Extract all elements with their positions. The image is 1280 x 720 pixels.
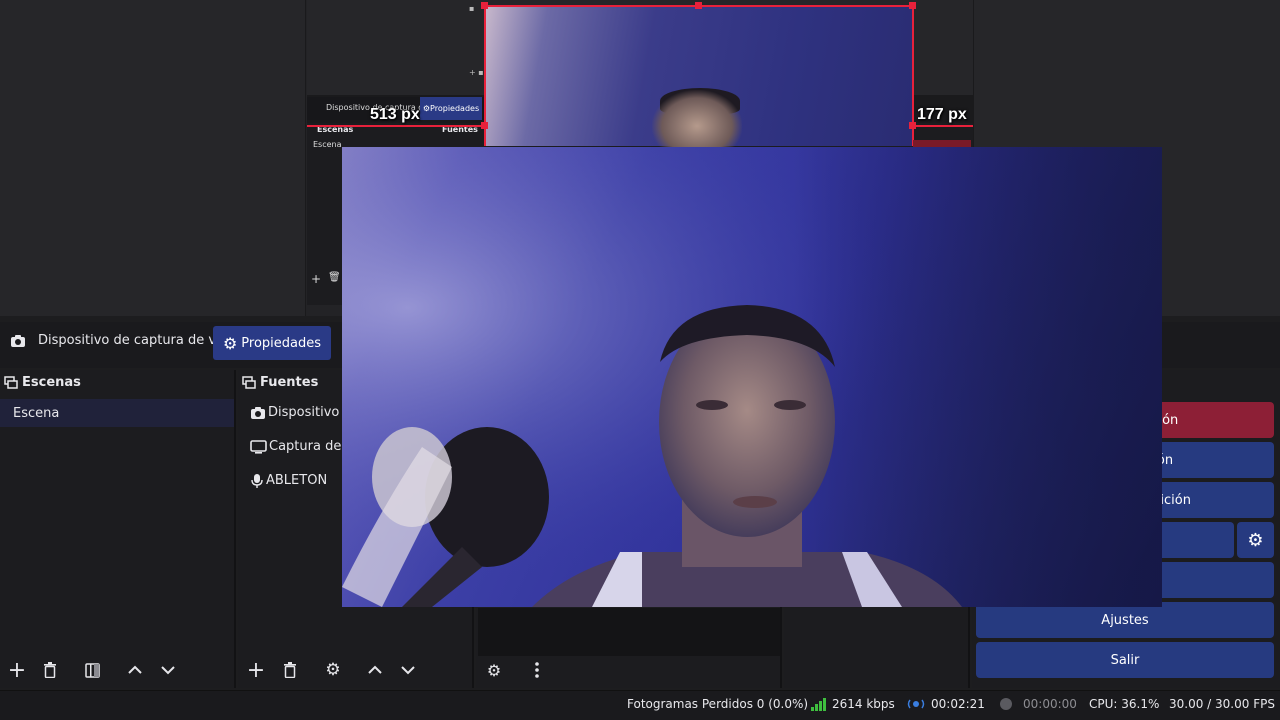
bitrate-text: 2614 kbps xyxy=(832,697,895,711)
mixer-channel-strip xyxy=(478,608,780,656)
preview-person-head xyxy=(652,90,742,150)
scenes-dock-title: Escenas xyxy=(4,375,81,390)
signal-strength-icon xyxy=(811,697,826,711)
plus-icon: + xyxy=(7,657,27,683)
mixer-menu-button[interactable] xyxy=(524,657,550,683)
chevron-up-icon xyxy=(368,665,382,674)
filter-icon xyxy=(84,662,100,678)
scenes-icon xyxy=(4,376,18,389)
cpu-status: CPU: 36.1% xyxy=(1089,697,1159,711)
sources-icon xyxy=(242,376,256,389)
source-item-label: Captura de p xyxy=(269,439,354,454)
webcam-video-frame xyxy=(342,147,1162,607)
exit-button[interactable]: Salir xyxy=(976,642,1274,678)
source-item-screen-capture[interactable]: Captura de p xyxy=(250,439,354,454)
sources-dock-title: Fuentes xyxy=(242,375,318,390)
record-time-status: 00:00:00 xyxy=(999,697,1077,711)
fps-text: 30.00 / 30.00 FPS xyxy=(1169,697,1275,711)
cpu-text: CPU: 36.1% xyxy=(1089,697,1160,711)
dropped-frames-text: Fotogramas Perdidos 0 (0.0%) xyxy=(627,697,809,711)
remove-source-button[interactable] xyxy=(277,657,303,683)
properties-button[interactable]: ⚙ Propiedades xyxy=(213,326,331,360)
exit-button-label: Salir xyxy=(1110,652,1140,668)
distance-guide-left xyxy=(307,125,485,127)
source-properties-button[interactable]: ⚙ xyxy=(320,657,346,683)
gear-icon: ⚙ xyxy=(1247,529,1264,551)
scene-item-label: Escena xyxy=(13,405,60,421)
chevron-up-icon xyxy=(128,665,142,674)
distance-label-right: 177 px xyxy=(917,106,967,123)
source-item-label: Dispositivo d xyxy=(268,405,352,420)
mini-add-icon: + xyxy=(311,272,322,286)
bitrate-status: 2614 kbps xyxy=(810,697,895,711)
trash-icon xyxy=(284,662,296,678)
chevron-down-icon xyxy=(401,666,415,675)
settings-button-label: Ajustes xyxy=(1101,612,1149,628)
move-source-down-button[interactable] xyxy=(395,657,421,683)
resize-handle-top-right[interactable] xyxy=(909,2,916,9)
source-item-label: ABLETON xyxy=(266,473,328,488)
resize-handle-top[interactable] xyxy=(695,2,702,9)
virtual-camera-settings-button[interactable]: ⚙ xyxy=(1237,522,1274,558)
chevron-down-icon xyxy=(161,666,175,675)
distance-guide-right xyxy=(913,125,973,127)
source-item-audio-input[interactable]: ABLETON xyxy=(250,473,327,488)
move-source-up-button[interactable] xyxy=(362,657,388,683)
dropped-frames-status: Fotogramas Perdidos 0 (0.0%) xyxy=(627,697,808,711)
microphone-icon xyxy=(251,474,263,488)
record-time-text: 00:00:00 xyxy=(1023,697,1077,711)
monitor-icon xyxy=(250,439,267,454)
source-item-video-capture[interactable]: Dispositivo d xyxy=(250,405,352,420)
settings-button[interactable]: Ajustes xyxy=(976,602,1274,638)
distance-label-left: 513 px xyxy=(370,106,420,123)
camera-icon xyxy=(251,406,265,419)
selected-source-name: Dispositivo de captura de vid xyxy=(38,333,228,348)
stream-time-status: 00:02:21 xyxy=(907,697,985,711)
source-name-group: Dispositivo de captura de vid xyxy=(10,333,228,348)
properties-label: Propiedades xyxy=(241,335,322,351)
mini-plus-icon: + ▪ xyxy=(469,68,484,77)
stream-time-text: 00:02:21 xyxy=(931,697,985,711)
gear-icon: ⚙ xyxy=(325,660,341,680)
gears-icon: ⚙ xyxy=(486,660,502,680)
add-source-button[interactable]: + xyxy=(243,657,269,683)
mini-gear-icon: ⚙ xyxy=(422,104,431,113)
move-scene-up-button[interactable] xyxy=(122,657,148,683)
camera-icon xyxy=(11,334,25,347)
remove-scene-button[interactable] xyxy=(37,657,63,683)
mini-trash-icon: 🗑 xyxy=(328,272,341,283)
mini-scene-item: Escena xyxy=(313,140,342,149)
mini-plus-icon: ▪ xyxy=(469,4,475,13)
scene-list-item[interactable]: Escena xyxy=(0,399,234,427)
scenes-title-text: Escenas xyxy=(22,375,81,390)
fps-status: 30.00 / 30.00 FPS xyxy=(1169,697,1275,711)
record-icon xyxy=(1000,698,1012,710)
webcam-preview-window xyxy=(342,147,1162,607)
streaming-icon xyxy=(907,699,925,709)
add-scene-button[interactable]: + xyxy=(4,657,30,683)
mixer-settings-button[interactable]: ⚙ xyxy=(481,657,507,683)
sources-title-text: Fuentes xyxy=(260,375,319,390)
scene-filters-button[interactable] xyxy=(79,657,105,683)
move-scene-down-button[interactable] xyxy=(155,657,181,683)
trash-icon xyxy=(44,662,56,678)
vertical-dots-icon xyxy=(535,662,539,678)
resize-handle-top-left[interactable] xyxy=(481,2,488,9)
mini-properties-button: ⚙ Propiedades xyxy=(420,97,482,120)
preview-left-gutter xyxy=(0,0,306,316)
mini-properties-label: Propiedades xyxy=(430,104,480,113)
gear-icon: ⚙ xyxy=(222,333,238,353)
plus-icon: + xyxy=(246,657,266,683)
